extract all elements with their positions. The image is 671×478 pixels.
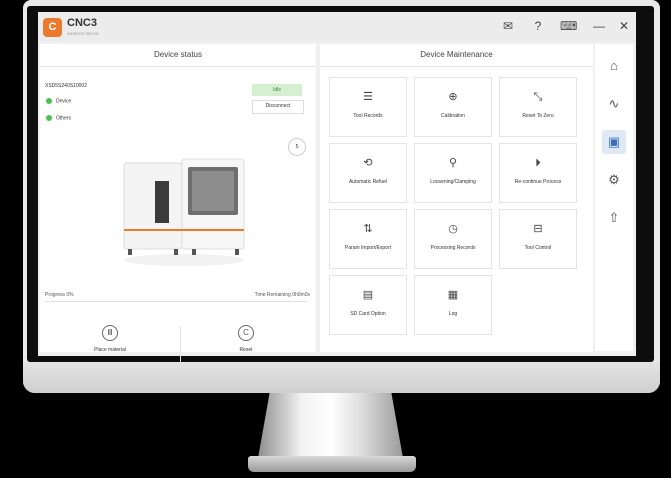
place-material-button[interactable]: Ⅲ Place material	[50, 325, 170, 369]
device-status-title: Device status	[40, 44, 316, 67]
tile-label: SD Card Option	[350, 311, 386, 317]
message-icon[interactable]: ✉	[500, 19, 516, 33]
minimize-button[interactable]: —	[591, 19, 607, 33]
tile-re-continue-process[interactable]: ⏵ Re-continue Process	[499, 143, 577, 203]
title-bar: C CNC3 WEBSITE BEGIN ✉ ? ⌨ — ✕	[38, 12, 636, 42]
re-continue-process-icon: ⏵	[535, 157, 541, 169]
state-badge: Idle	[252, 84, 302, 96]
help-icon[interactable]: ?	[530, 19, 546, 33]
tile-label: Log	[448, 311, 458, 317]
tile-automatic-refuel[interactable]: ⟲ Automatic Refuel	[329, 143, 407, 203]
status-item-others: Others	[46, 115, 71, 121]
device-icon[interactable]: ▣	[602, 130, 626, 154]
divider	[180, 326, 181, 366]
calibration-icon: ⊕	[448, 91, 458, 103]
tile-loosening-clamping[interactable]: ⚲ Loosening/Clamping	[414, 143, 492, 203]
settings-icon[interactable]: ⚙	[602, 168, 626, 192]
tile-tool-control[interactable]: ⊟ Tool Control	[499, 209, 577, 269]
progress-bar	[45, 301, 307, 302]
place-material-label: Place material	[94, 347, 126, 353]
device-maintenance-title: Device Maintenance	[320, 44, 593, 67]
time-remaining: Time Remaining 0h0m0s	[254, 292, 310, 298]
app-logo-icon: C	[43, 18, 62, 37]
app-subtitle: WEBSITE BEGIN	[67, 31, 99, 36]
close-button[interactable]: ✕	[616, 19, 632, 33]
sidebar-nav: ⌂ ∿ ▣ ⚙ ⇧	[595, 44, 633, 351]
device-status-panel: Device status XSD5S240S10002 Device Othe…	[40, 44, 316, 366]
machine-image	[123, 158, 245, 266]
status-label: Others	[56, 115, 72, 122]
tool-records-icon: ☰	[363, 91, 373, 103]
reset-button[interactable]: C Reset	[186, 325, 306, 369]
tile-label: Calibration	[441, 113, 465, 119]
reset-to-zero-icon: ⤡	[533, 91, 543, 103]
tile-label: Param Import/Export	[344, 245, 392, 251]
param-import-export-icon: ⇅	[363, 223, 373, 235]
disconnect-button[interactable]: Disconnect	[252, 100, 304, 114]
tile-calibration[interactable]: ⊕ Calibration	[414, 77, 492, 137]
tile-label: Loosening/Clamping	[430, 179, 476, 185]
processing-records-icon: ◷	[448, 223, 458, 235]
tile-processing-records[interactable]: ◷ Processing Records	[414, 209, 492, 269]
tool-control-icon: ⊟	[533, 223, 543, 235]
tile-label: Tool Records	[353, 113, 383, 119]
tile-param-import-export[interactable]: ⇅ Param Import/Export	[329, 209, 407, 269]
status-label: Device	[56, 98, 72, 105]
count-badge[interactable]: 5	[288, 138, 306, 156]
reset-icon: C	[238, 325, 254, 341]
tile-label: Processing Records	[430, 245, 476, 251]
app-window: C CNC3 WEBSITE BEGIN ✉ ? ⌨ — ✕ Device st…	[38, 12, 636, 366]
tile-tool-records[interactable]: ☰ Tool Records	[329, 77, 407, 137]
upgrade-icon[interactable]: ⇧	[602, 206, 626, 230]
place-material-icon: Ⅲ	[102, 325, 118, 341]
monitor-icon[interactable]: ∿	[602, 92, 626, 116]
tile-label: Reset To Zero	[522, 113, 554, 119]
home-icon[interactable]: ⌂	[602, 54, 626, 78]
tile-label: Automatic Refuel	[348, 179, 388, 185]
device-maintenance-panel: Device Maintenance ☰ Tool Records ⊕ Cali…	[320, 44, 593, 352]
reset-label: Reset	[239, 347, 253, 353]
tile-label: Tool Control	[524, 245, 552, 251]
tile-sd-card-option[interactable]: ▤ SD Card Option	[329, 275, 407, 335]
app-title: CNC3	[67, 17, 97, 29]
sd-card-icon: ▤	[362, 289, 374, 301]
device-serial: XSD5S240S10002	[45, 83, 87, 89]
monitor-stand	[258, 393, 403, 458]
keyboard-icon[interactable]: ⌨	[560, 19, 577, 33]
monitor-base	[248, 456, 416, 472]
status-dot-icon	[46, 115, 52, 121]
tile-reset-to-zero[interactable]: ⤡ Reset To Zero	[499, 77, 577, 137]
tile-log[interactable]: ▦ Log	[414, 275, 492, 335]
tile-label: Re-continue Process	[514, 179, 562, 185]
status-item-device: Device	[46, 98, 71, 104]
automatic-refuel-icon: ⟲	[363, 157, 373, 169]
loosening-clamping-icon: ⚲	[448, 157, 458, 169]
status-dot-icon	[46, 98, 52, 104]
progress-label: Progress 0%	[45, 292, 74, 298]
log-icon: ▦	[447, 289, 459, 301]
